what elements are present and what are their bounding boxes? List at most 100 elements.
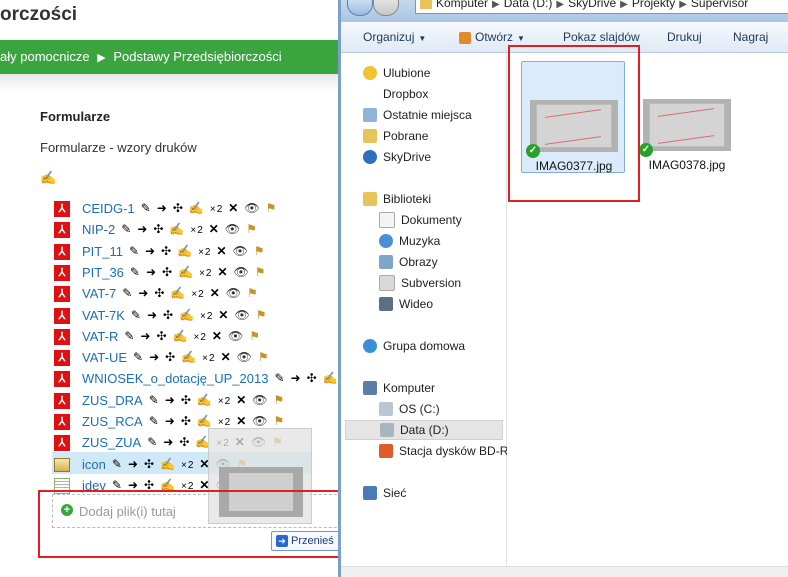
edit-title-icon[interactable]: ✍ (173, 329, 189, 343)
duplicate-icon[interactable]: ×2 (200, 311, 213, 322)
edit-icon[interactable]: ✎ (122, 286, 133, 300)
breadcrumb-item-0[interactable]: ały pomocnicze (0, 40, 90, 74)
move-icon[interactable]: ✣ (181, 393, 192, 407)
edit-icon[interactable]: ✎ (124, 329, 135, 343)
move-right-icon[interactable]: ➜ (147, 308, 158, 322)
nav-pictures[interactable]: Obrazy (379, 252, 438, 272)
delete-icon[interactable]: ✕ (221, 350, 232, 364)
edit-icon[interactable]: ✎ (274, 371, 285, 385)
duplicate-icon[interactable]: ×2 (202, 353, 215, 364)
move-icon[interactable]: ✣ (165, 350, 176, 364)
move-right-icon[interactable]: ➜ (146, 265, 157, 279)
move-right-icon[interactable]: ➜ (149, 350, 160, 364)
edit-title-icon[interactable]: ✍ (160, 457, 176, 471)
edit-icon[interactable]: ✎ (131, 308, 142, 322)
file-link[interactable]: ZUS_RCA (82, 412, 143, 432)
file-link[interactable]: WNIOSEK_o_dotację_UP_2013 (82, 369, 268, 389)
duplicate-icon[interactable]: ×2 (191, 289, 204, 300)
nav-documents[interactable]: Dokumenty (379, 210, 462, 230)
edit-title-icon[interactable]: ✍ (178, 265, 194, 279)
edit-title-icon[interactable]: ✍ (197, 414, 213, 428)
move-right-icon[interactable]: ➜ (165, 393, 176, 407)
nav-videos[interactable]: Wideo (379, 294, 433, 314)
breadcrumb-item-1[interactable]: Podstawy Przedsiębiorczości (113, 40, 281, 74)
move-right-icon[interactable]: ➜ (145, 244, 156, 258)
edit-icon[interactable]: ✎ (147, 435, 158, 449)
nav-skydrive[interactable]: SkyDrive (363, 147, 431, 167)
file-link[interactable]: VAT-7K (82, 306, 125, 326)
nav-music[interactable]: Muzyka (379, 231, 440, 251)
move-right-icon[interactable]: ➜ (157, 201, 168, 215)
delete-icon[interactable]: ✕ (218, 308, 229, 322)
delete-icon[interactable]: ✕ (236, 393, 247, 407)
edit-icon[interactable]: ✎ (133, 350, 144, 364)
edit-title-icon[interactable]: ✍ (169, 222, 185, 236)
show-icon[interactable]: 👁 (234, 308, 250, 322)
move-icon[interactable]: ✣ (153, 222, 164, 236)
nav-libraries[interactable]: Biblioteki (363, 189, 431, 209)
move-icon[interactable]: ✣ (161, 244, 172, 258)
duplicate-icon[interactable]: ×2 (198, 247, 211, 258)
burn-button[interactable]: Nagraj (733, 30, 768, 44)
move-icon[interactable]: ✣ (173, 201, 184, 215)
edit-title-icon[interactable]: ✍ (177, 244, 193, 258)
edit-icon[interactable]: ✎ (121, 222, 132, 236)
nav-dropbox[interactable]: Dropbox (383, 84, 428, 104)
move-icon[interactable]: ✣ (162, 265, 173, 279)
edit-title-icon[interactable]: ✍ (189, 201, 205, 215)
duplicate-icon[interactable]: ×2 (218, 417, 231, 428)
open-button[interactable]: Otwórz ▼ (459, 30, 525, 44)
duplicate-icon[interactable]: ×2 (194, 332, 207, 343)
move-right-icon[interactable]: ➜ (137, 222, 148, 236)
nav-subversion[interactable]: Subversion (379, 273, 461, 293)
file-link[interactable]: PIT_11 (82, 242, 123, 262)
move-right-icon[interactable]: ➜ (291, 371, 302, 385)
show-icon[interactable]: 👁 (228, 329, 244, 343)
delete-icon[interactable]: ✕ (217, 265, 228, 279)
address-segment[interactable]: Data (D:) (504, 0, 553, 10)
groups-icon[interactable]: ⚑ (256, 308, 268, 322)
nav-homegroup[interactable]: Grupa domowa (363, 336, 465, 356)
groups-icon[interactable]: ⚑ (247, 286, 259, 300)
move-right-icon[interactable]: ➜ (138, 286, 149, 300)
back-button[interactable] (347, 0, 373, 16)
delete-icon[interactable]: ✕ (212, 329, 223, 343)
show-icon[interactable]: 👁 (233, 244, 249, 258)
file-tile[interactable]: ✓ IMAG0378.jpg (635, 61, 739, 173)
show-icon[interactable]: 👁 (252, 393, 268, 407)
show-icon[interactable]: 👁 (237, 350, 253, 364)
groups-icon[interactable]: ⚑ (258, 350, 270, 364)
address-segment[interactable]: Supervisor (691, 0, 748, 10)
move-right-icon[interactable]: ➜ (140, 329, 151, 343)
print-button[interactable]: Drukuj (667, 30, 702, 44)
groups-icon[interactable]: ⚑ (274, 414, 286, 428)
duplicate-icon[interactable]: ×2 (210, 204, 223, 215)
file-link[interactable]: VAT-UE (82, 348, 127, 368)
move-icon[interactable]: ✣ (154, 286, 165, 300)
edit-icon[interactable]: ✎ (129, 244, 140, 258)
groups-icon[interactable]: ⚑ (266, 201, 278, 215)
move-right-icon[interactable]: ➜ (165, 414, 176, 428)
edit-section-icon[interactable]: ✍ (40, 170, 56, 186)
address-segment[interactable]: SkyDrive (568, 0, 616, 10)
nav-computer[interactable]: Komputer (363, 378, 435, 398)
delete-icon[interactable]: ✕ (210, 286, 221, 300)
move-icon[interactable]: ✣ (181, 414, 192, 428)
move-icon[interactable]: ✣ (179, 435, 190, 449)
delete-icon[interactable]: ✕ (217, 244, 228, 258)
organize-button[interactable]: Organizuj ▼ (363, 30, 426, 44)
groups-icon[interactable]: ⚑ (254, 244, 266, 258)
file-link[interactable]: ZUS_DRA (82, 391, 143, 411)
show-icon[interactable]: 👁 (226, 286, 242, 300)
delete-icon[interactable]: ✕ (209, 222, 220, 236)
file-link[interactable]: ZUS_ZUA (82, 433, 141, 453)
edit-title-icon[interactable]: ✍ (323, 371, 339, 385)
edit-icon[interactable]: ✎ (112, 457, 123, 471)
file-link[interactable]: NIP-2 (82, 220, 115, 240)
nav-drive-d[interactable]: Data (D:) (345, 420, 503, 440)
edit-title-icon[interactable]: ✍ (170, 286, 186, 300)
show-icon[interactable]: 👁 (225, 222, 241, 236)
edit-title-icon[interactable]: ✍ (181, 350, 197, 364)
file-link[interactable]: icon (82, 455, 106, 475)
edit-icon[interactable]: ✎ (130, 265, 141, 279)
